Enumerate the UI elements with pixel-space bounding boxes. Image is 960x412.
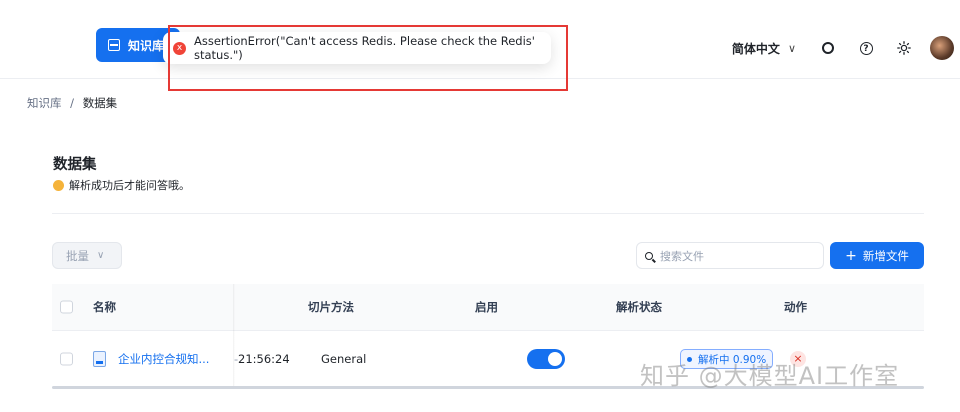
enable-toggle[interactable] <box>527 349 565 369</box>
add-file-button[interactable]: + 新增文件 <box>830 242 924 269</box>
smile-emoji-icon <box>53 179 64 191</box>
sticky-column-shadow <box>233 284 235 387</box>
breadcrumb-parent[interactable]: 知识库 <box>27 96 62 110</box>
watermark: 知乎 @大模型AI工作室 <box>640 362 900 390</box>
github-button[interactable] <box>816 36 840 60</box>
database-icon <box>108 39 120 51</box>
page-title: 数据集 <box>53 157 97 173</box>
batch-label: 批量 <box>66 248 89 263</box>
chevron-down-icon: ∨ <box>787 41 796 55</box>
theme-toggle-button[interactable] <box>892 36 916 60</box>
nav-knowledge-base-label: 知识库 <box>128 38 165 53</box>
column-header-name[interactable]: 名称 <box>93 299 116 315</box>
row-checkbox[interactable] <box>60 352 73 366</box>
column-header-enabled[interactable]: 启用 <box>475 299 498 315</box>
breadcrumb-separator: / <box>70 96 75 110</box>
breadcrumb-current: 数据集 <box>82 96 118 110</box>
language-label: 简体中文 <box>731 41 780 56</box>
highlight-box <box>168 25 568 91</box>
search-input[interactable]: 搜索文件 <box>636 242 824 269</box>
select-all-checkbox[interactable] <box>60 300 73 314</box>
help-icon: ? <box>859 41 873 55</box>
page-subtitle-text: 解析成功后才能问答哦。 <box>69 179 190 192</box>
column-header-chunk-method[interactable]: 切片方法 <box>308 299 354 315</box>
sun-icon <box>897 41 911 55</box>
document-icon <box>93 351 106 367</box>
search-icon <box>645 251 653 260</box>
github-icon <box>822 42 834 54</box>
upload-time: 21:56:24 <box>238 352 290 366</box>
header-tools: 简体中文 ∨ ? <box>732 33 954 63</box>
plus-icon: + <box>845 247 857 264</box>
column-header-parse-status[interactable]: 解析状态 <box>616 299 662 315</box>
search-placeholder: 搜索文件 <box>660 249 704 263</box>
chunk-method: General <box>321 352 367 366</box>
divider <box>52 213 924 214</box>
help-button[interactable]: ? <box>854 36 878 60</box>
batch-dropdown[interactable]: 批量 ∨ <box>52 242 122 269</box>
add-file-label: 新增文件 <box>862 248 909 263</box>
user-avatar[interactable] <box>930 36 954 60</box>
breadcrumb: 知识库 / 数据集 <box>27 95 117 111</box>
page-subtitle: 解析成功后才能问答哦。 <box>53 177 190 193</box>
column-header-action[interactable]: 动作 <box>784 299 807 315</box>
table-header: 名称 切片方法 启用 解析状态 动作 <box>52 284 924 331</box>
file-name-link[interactable]: 企业内控合规知... <box>118 351 209 367</box>
chevron-down-icon: ∨ <box>97 250 105 261</box>
language-selector[interactable]: 简体中文 ∨ <box>732 40 796 57</box>
